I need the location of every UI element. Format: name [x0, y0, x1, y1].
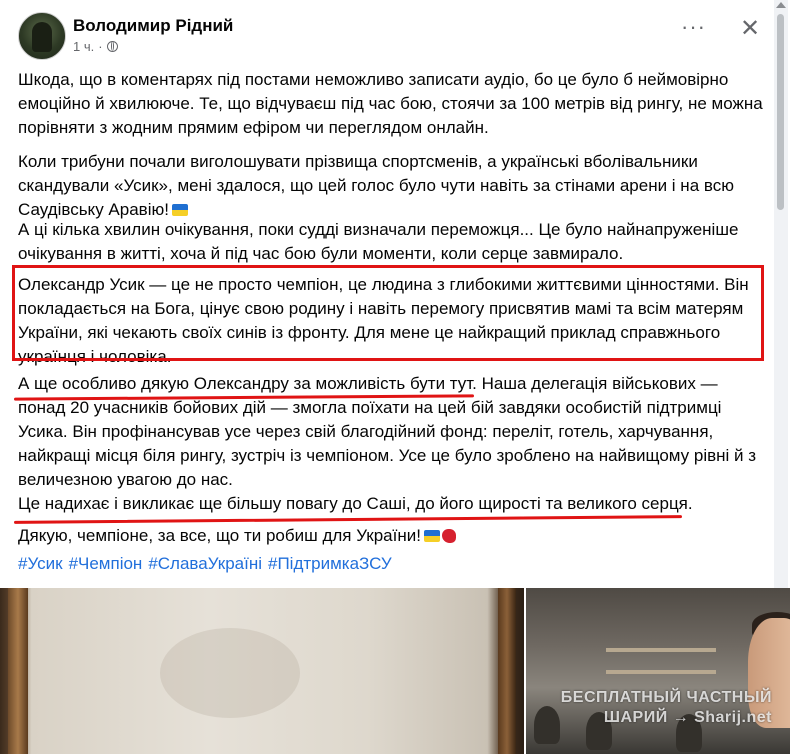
hashtag-link[interactable]: #СлаваУкраїні	[148, 554, 262, 574]
paragraph: Шкода, що в коментарях під постами немож…	[18, 70, 763, 137]
post-photo[interactable]	[526, 588, 790, 754]
author-name[interactable]: Володимир Рідний	[73, 16, 233, 36]
paragraph-underlined: Це надихає і викликає ще більшу повагу д…	[18, 494, 693, 513]
paragraph: Дякую, чемпіоне, за все, що ти робиш для…	[18, 524, 766, 548]
post-meta: 1 ч. ·	[73, 39, 118, 54]
ukraine-flag-icon	[423, 530, 440, 542]
avatar[interactable]	[18, 12, 66, 60]
paragraph: А ці кілька хвилин очікування, поки судд…	[18, 220, 739, 263]
post-header: Володимир Рідний 1 ч. · ··· ✕	[18, 12, 760, 60]
hashtag-link[interactable]: #Чемпіон	[69, 554, 143, 574]
scroll-thumb[interactable]	[777, 14, 784, 210]
hashtags: #Усик #Чемпіон #СлаваУкраїні #ПідтримкаЗ…	[18, 554, 392, 574]
post-photo[interactable]	[0, 588, 524, 754]
globe-icon	[106, 41, 118, 52]
watermark: БЕСПЛАТНЫЙ ЧАСТНЫЙ ШАРИЙ → Sharij.net	[560, 689, 772, 726]
paragraph: А ще особливо дякую Олександру за можлив…	[18, 374, 757, 489]
facebook-post: Володимир Рідний 1 ч. · ··· ✕ Шкода, що …	[0, 0, 790, 754]
highlight-box	[12, 265, 764, 361]
scroll-up-arrow-icon[interactable]	[776, 2, 786, 8]
boxing-glove-icon	[441, 529, 456, 543]
paragraph: Коли трибуни почали виголошувати прізвищ…	[18, 152, 734, 219]
underline-mark	[13, 515, 683, 524]
hashtag-link[interactable]: #Усик	[18, 554, 63, 574]
more-options-icon[interactable]: ···	[681, 16, 706, 38]
hashtag-link[interactable]: #ПідтримкаЗСУ	[268, 554, 392, 574]
close-icon[interactable]: ✕	[740, 17, 760, 41]
ukraine-flag-icon	[171, 204, 188, 216]
post-time[interactable]: 1 ч.	[73, 39, 94, 54]
